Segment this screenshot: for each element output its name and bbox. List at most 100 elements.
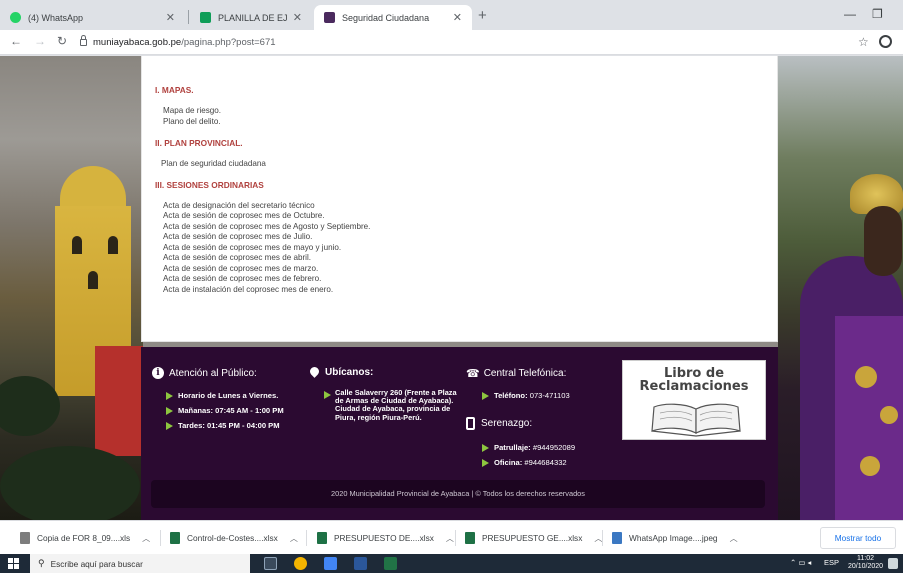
link-acta[interactable]: Acta de sesión de coprosec mes de Julio. [163, 232, 312, 241]
download-item[interactable]: WhatsApp Image....jpeg ︿ [612, 528, 738, 548]
tower-window [108, 236, 118, 254]
church-wall [95, 346, 143, 456]
whatsapp-icon [10, 12, 21, 23]
download-name: PRESUPUESTO DE....xlsx [334, 533, 434, 543]
attention-item: Mañanas: 07:45 AM - 1:00 PM [166, 406, 284, 415]
libro-reclamaciones-banner[interactable]: Libro de Reclamaciones [622, 360, 766, 440]
location-title: Ubícanos: [325, 367, 374, 378]
chevron-up-icon[interactable]: ︿ [290, 533, 298, 544]
search-placeholder: Escribe aquí para buscar [50, 558, 143, 569]
link-acta[interactable]: Acta de sesión de coprosec mes de abril. [163, 253, 311, 262]
minimize-icon[interactable]: — [844, 7, 856, 21]
link-acta[interactable]: Acta de instalación del coprosec mes de … [163, 285, 333, 294]
triangle-bullet-icon [166, 422, 173, 430]
tab-whatsapp[interactable]: (4) WhatsApp ✕ [0, 5, 185, 30]
book-title: Libro de Reclamaciones [639, 366, 749, 394]
phone-icon: ☎ [466, 368, 480, 380]
link-acta[interactable]: Acta de sesión de coprosec mes de febrer… [163, 274, 321, 283]
address-bar[interactable]: muniayabaca.gob.pe/pagina.php?post=671 [80, 32, 840, 52]
plus-icon[interactable]: + [478, 7, 487, 24]
link-acta[interactable]: Acta de sesión de coprosec mes de Octubr… [163, 211, 325, 220]
download-name: PRESUPUESTO GE....xlsx [482, 533, 583, 543]
chevron-up-icon[interactable]: ︿ [142, 533, 150, 544]
triangle-bullet-icon [482, 444, 489, 452]
word-icon[interactable] [354, 557, 367, 570]
download-name: Control-de-Costes....xlsx [187, 533, 278, 543]
content-card: I. MAPAS. Mapa de riesgo. Plano del deli… [141, 56, 778, 342]
link-acta[interactable]: Acta de designación del secretario técni… [163, 201, 315, 210]
gold-ornament [880, 406, 898, 424]
google-sheets-icon [200, 12, 211, 23]
tab-title: PLANILLA DE EJECUCION DE GA [218, 12, 287, 23]
taskbar-clock[interactable]: 11:02 20/10/2020 [848, 555, 883, 571]
url-path: /pagina.php?post=671 [181, 36, 276, 48]
triangle-bullet-icon [482, 392, 489, 400]
chevron-up-icon[interactable]: ︿ [446, 533, 454, 544]
notifications-icon[interactable] [888, 558, 898, 569]
tab-seguridad-ciudadana[interactable]: Seguridad Ciudadana ✕ [314, 5, 472, 30]
tower-window [72, 236, 82, 254]
triangle-bullet-icon [482, 459, 489, 467]
close-icon[interactable]: ✕ [293, 11, 302, 24]
link-acta[interactable]: Acta de sesión de coprosec mes de Agosto… [163, 222, 370, 231]
downloads-bar: Copia de FOR 8_09....xls ︿ Control-de-Co… [0, 520, 903, 554]
back-arrow-icon[interactable]: ← [10, 34, 22, 48]
attention-item: Tardes: 01:45 PM - 04:00 PM [166, 421, 280, 430]
excel-icon[interactable] [384, 557, 397, 570]
search-icon: ⚲ [38, 558, 45, 568]
download-separator [160, 530, 161, 546]
footer-phone-heading: ☎ Central Telefónica: [466, 367, 566, 380]
phone-title: Central Telefónica: [483, 368, 567, 379]
location-address: Calle Salaverry 260 (Frente a Plaza de A… [335, 388, 457, 422]
windows-start-icon[interactable] [8, 558, 19, 569]
chrome-icon[interactable] [294, 557, 307, 570]
lock-icon [80, 34, 87, 46]
file-explorer-icon[interactable] [324, 557, 337, 570]
attention-title: Atención al Público: [169, 367, 257, 379]
bookmark-star-icon[interactable]: ☆ [858, 35, 869, 49]
task-view-icon[interactable] [264, 557, 277, 570]
open-book-icon [651, 403, 741, 437]
restore-icon[interactable]: ❐ [872, 7, 883, 21]
page-viewport[interactable]: I. MAPAS. Mapa de riesgo. Plano del deli… [0, 56, 903, 520]
close-icon[interactable]: ✕ [453, 11, 462, 24]
excel-file-icon [170, 532, 180, 544]
show-all-downloads-button[interactable]: Mostrar todo [820, 527, 896, 549]
link-acta[interactable]: Acta de sesión de coprosec mes de mayo y… [163, 243, 341, 252]
section-title-plan-provincial: II. PLAN PROVINCIAL. [155, 138, 243, 148]
map-pin-icon [310, 367, 319, 378]
link-mapa-riesgo[interactable]: Mapa de riesgo. [163, 106, 221, 115]
mobile-phone-icon [466, 417, 475, 430]
copyright-bar: 2020 Municipalidad Provincial de Ayabaca… [151, 480, 765, 508]
download-item[interactable]: PRESUPUESTO DE....xlsx ︿ [317, 528, 454, 548]
download-name: WhatsApp Image....jpeg [629, 533, 718, 543]
download-item[interactable]: Copia de FOR 8_09....xls ︿ [20, 528, 150, 548]
footer-attention-heading: i Atención al Público: [152, 367, 257, 379]
excel-file-icon [317, 532, 327, 544]
download-item[interactable]: Control-de-Costes....xlsx ︿ [170, 528, 298, 548]
system-tray-icons[interactable]: ⌃ ▭ ◂ [790, 558, 811, 567]
link-plan-seguridad[interactable]: Plan de seguridad ciudadana [161, 159, 266, 168]
taskbar-search-box[interactable]: ⚲ Escribe aquí para buscar [30, 554, 250, 573]
link-plano-delito[interactable]: Plano del delito. [163, 117, 221, 126]
gold-ornament [860, 456, 880, 476]
attention-item: Horario de Lunes a Viernes. [166, 391, 278, 400]
forward-arrow-icon[interactable]: → [34, 34, 46, 48]
download-separator [455, 530, 456, 546]
tab-title: (4) WhatsApp [28, 12, 84, 23]
language-indicator[interactable]: ESP [824, 558, 839, 567]
browser-toolbar: ← → ↻ muniayabaca.gob.pe/pagina.php?post… [0, 30, 903, 55]
site-favicon-icon [324, 12, 335, 23]
chevron-up-icon[interactable]: ︿ [730, 533, 738, 544]
footer-serenazgo-heading: Serenazgo: [466, 417, 532, 430]
link-acta[interactable]: Acta de sesión de coprosec mes de marzo. [163, 264, 318, 273]
download-item[interactable]: PRESUPUESTO GE....xlsx ︿ [465, 528, 602, 548]
tab-planilla[interactable]: PLANILLA DE EJECUCION DE GA ✕ [190, 5, 312, 30]
gold-ornament [855, 366, 877, 388]
close-icon[interactable]: ✕ [166, 11, 175, 24]
phone-item: Teléfono: 073-471103 [482, 391, 570, 400]
profile-avatar-icon[interactable] [879, 35, 892, 48]
triangle-bullet-icon [166, 407, 173, 415]
reload-icon[interactable]: ↻ [57, 34, 67, 48]
download-separator [306, 530, 307, 546]
